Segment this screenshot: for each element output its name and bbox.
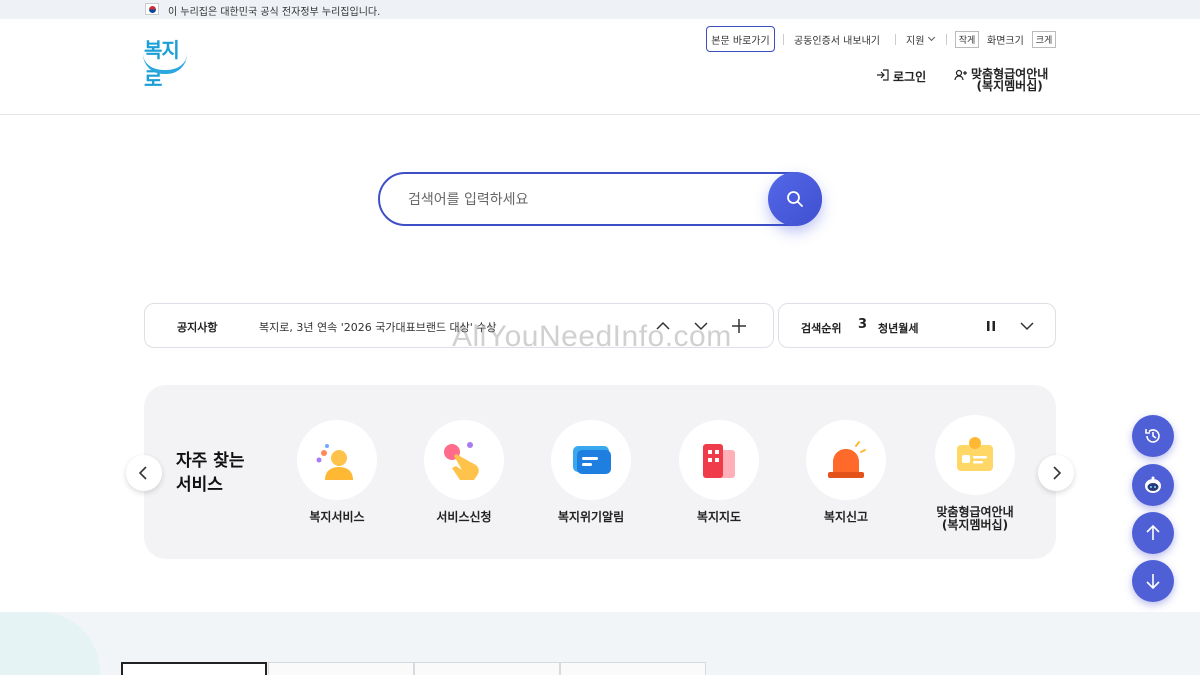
font-size-large-button[interactable]: 크게 (1032, 31, 1056, 48)
font-size-small-button[interactable]: 작게 (955, 31, 979, 48)
divider (895, 34, 896, 45)
korea-flag-icon (145, 3, 159, 15)
member-card-icon (935, 415, 1015, 495)
siren-icon (806, 420, 886, 500)
gov-banner-text: 이 누리집은 대한민국 공식 전자정부 누리집입니다. (168, 7, 381, 18)
membership-label: 맞춤형급여안내 (복지멤버십) (971, 68, 1048, 92)
tab[interactable] (414, 662, 560, 675)
divider (783, 34, 784, 45)
search-rank-bar: 검색순위 3 청년월세 (778, 303, 1056, 348)
search-icon (787, 191, 803, 207)
rank-title: 검색순위 (801, 322, 842, 335)
service-label: 맞춤형급여안내 (복지멤버십) (915, 506, 1035, 532)
services-heading-line1: 자주 찾는 (176, 451, 245, 471)
service-label: 복지신고 (823, 510, 869, 524)
recent-history-button[interactable] (1132, 415, 1174, 457)
history-icon (1145, 429, 1160, 443)
service-label: 복지위기알림 (557, 510, 625, 524)
carousel-next-button[interactable] (1038, 455, 1074, 491)
tab[interactable] (560, 662, 706, 675)
membership-button[interactable]: 맞춤형급여안내 (복지멤버십) (954, 68, 1048, 92)
rank-number: 3 (858, 317, 868, 332)
service-label: 서비스신청 (436, 510, 492, 524)
rank-keyword[interactable]: 청년월세 (878, 320, 918, 336)
carousel-prev-button[interactable] (126, 455, 162, 491)
chevron-right-icon (1053, 466, 1062, 480)
service-item[interactable]: 서비스신청 (404, 420, 524, 524)
gov-banner: 이 누리집은 대한민국 공식 전자정부 누리집입니다. (0, 0, 1200, 19)
chatbot-button[interactable] (1132, 464, 1174, 506)
chevron-down-icon[interactable] (1019, 318, 1035, 334)
tab[interactable] (121, 662, 267, 675)
scroll-bottom-button[interactable] (1132, 560, 1174, 602)
support-label: 지원 (906, 35, 925, 47)
chatbot-icon (1145, 476, 1161, 493)
login-label: 로그인 (893, 70, 927, 84)
decorative-shape (0, 612, 100, 675)
notice-title: 공지사항 (177, 321, 218, 334)
person-icon (297, 420, 377, 500)
service-item[interactable]: 복지서비스 (277, 420, 397, 524)
chevron-down-icon (928, 33, 936, 42)
services-heading-line2: 서비스 (176, 475, 223, 495)
support-menu[interactable]: 지원 (906, 26, 936, 52)
logo[interactable]: 복지로 (140, 34, 192, 91)
service-label-line2: (복지멤버십) (941, 518, 1009, 532)
service-item[interactable]: 맞춤형급여안내 (복지멤버십) (915, 415, 1035, 532)
service-item[interactable]: 복지지도 (659, 420, 779, 524)
search-input[interactable] (408, 190, 758, 210)
services-heading: 자주 찾는 서비스 (176, 449, 244, 497)
tap-hand-icon (424, 420, 504, 500)
service-item[interactable]: 복지신고 (786, 420, 906, 524)
login-button[interactable]: 로그인 (876, 68, 926, 85)
membership-label-line2: (복지멤버십) (976, 79, 1043, 93)
watermark: AllYouNeedInfo.com (452, 320, 732, 353)
tab[interactable] (268, 662, 414, 675)
service-label: 복지서비스 (309, 510, 365, 524)
service-item[interactable]: 복지위기알림 (531, 420, 651, 524)
plus-icon[interactable] (731, 318, 747, 334)
search-button[interactable] (768, 172, 822, 226)
divider (946, 34, 947, 45)
user-add-icon (954, 69, 967, 81)
arrow-up-icon (1146, 524, 1160, 540)
search-box (378, 172, 822, 226)
service-label-line1: 맞춤형급여안내 (936, 505, 1014, 519)
pause-icon[interactable] (983, 318, 999, 334)
service-label: 복지지도 (696, 510, 742, 524)
building-icon (679, 420, 759, 500)
font-size-label: 화면크기 (987, 35, 1024, 47)
cert-export-link[interactable]: 공동인증서 내보내기 (794, 26, 880, 52)
login-icon (877, 69, 889, 81)
arrow-down-icon (1146, 574, 1160, 590)
skip-to-content-button[interactable]: 본문 바로가기 (706, 26, 775, 52)
chevron-left-icon (138, 466, 147, 480)
message-icon (551, 420, 631, 500)
scroll-top-button[interactable] (1132, 512, 1174, 554)
